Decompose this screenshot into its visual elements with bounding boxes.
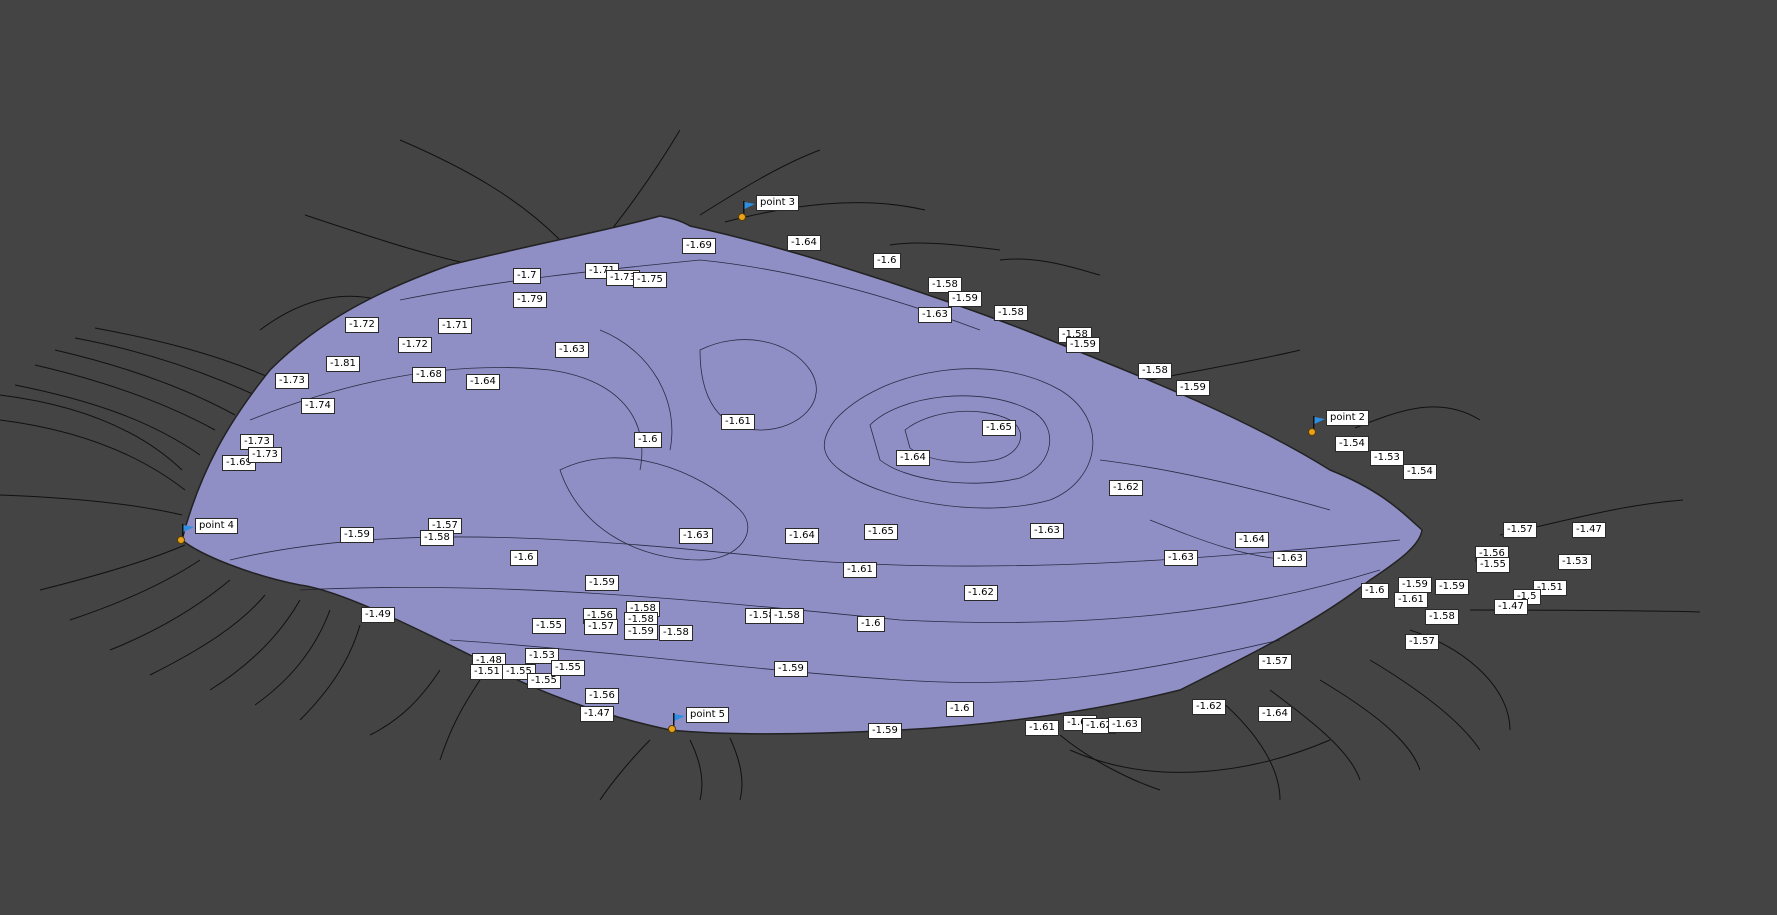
contour-value-label[interactable]: -1.65 xyxy=(982,420,1016,436)
marker-dot xyxy=(738,213,746,221)
contour-value-label[interactable]: -1.74 xyxy=(301,398,335,414)
marker-dot xyxy=(177,536,185,544)
contour-value-label[interactable]: -1.63 xyxy=(679,528,713,544)
contour-value-label[interactable]: -1.61 xyxy=(721,414,755,430)
contour-value-label[interactable]: -1.7 xyxy=(513,268,541,284)
contour-value-label[interactable]: -1.73 xyxy=(248,447,282,463)
contour-value-label[interactable]: -1.62 xyxy=(1109,480,1143,496)
contour-value-label[interactable]: -1.72 xyxy=(345,317,379,333)
contour-value-label[interactable]: -1.57 xyxy=(1258,654,1292,670)
map-viewport[interactable]: point 3 point 2 point 4 point 5 -1.69 -1.… xyxy=(0,0,1777,915)
contour-value-label[interactable]: -1.58 xyxy=(770,608,804,624)
contour-value-label[interactable]: -1.59 xyxy=(1066,337,1100,353)
contour-value-label[interactable]: -1.55 xyxy=(532,618,566,634)
contour-value-label[interactable]: -1.58 xyxy=(420,530,454,546)
contour-value-label[interactable]: -1.58 xyxy=(659,625,693,641)
contour-value-label[interactable]: -1.59 xyxy=(340,527,374,543)
contour-value-label[interactable]: -1.63 xyxy=(1273,551,1307,567)
contour-value-label[interactable]: -1.61 xyxy=(843,562,877,578)
contour-value-label[interactable]: -1.54 xyxy=(1403,464,1437,480)
contour-value-label[interactable]: -1.57 xyxy=(1405,634,1439,650)
terrain-surface xyxy=(181,215,1423,735)
contour-value-label[interactable]: -1.6 xyxy=(1361,583,1389,599)
contour-value-label[interactable]: -1.54 xyxy=(1335,436,1369,452)
contour-value-label[interactable]: -1.63 xyxy=(1030,523,1064,539)
contour-value-label[interactable]: -1.58 xyxy=(1425,609,1459,625)
contour-value-label[interactable]: -1.68 xyxy=(412,367,446,383)
contour-value-label[interactable]: -1.79 xyxy=(513,292,547,308)
contour-value-label[interactable]: -1.69 xyxy=(682,238,716,254)
contour-value-label[interactable]: -1.81 xyxy=(326,356,360,372)
contour-value-label[interactable]: -1.59 xyxy=(1176,380,1210,396)
marker-dot xyxy=(1308,428,1316,436)
contour-value-label[interactable]: -1.55 xyxy=(551,660,585,676)
contour-value-label[interactable]: -1.57 xyxy=(1503,522,1537,538)
point-5-label[interactable]: point 5 xyxy=(686,707,730,723)
marker-dot xyxy=(668,725,676,733)
contour-value-label[interactable]: -1.61 xyxy=(1025,720,1059,736)
contour-value-label[interactable]: -1.51 xyxy=(470,664,504,680)
contour-value-label[interactable]: -1.63 xyxy=(1108,717,1142,733)
contour-value-label[interactable]: -1.64 xyxy=(466,374,500,390)
contour-value-label[interactable]: -1.62 xyxy=(964,585,998,601)
contour-value-label[interactable]: -1.59 xyxy=(585,575,619,591)
contour-value-label[interactable]: -1.64 xyxy=(896,450,930,466)
contour-value-label[interactable]: -1.64 xyxy=(1258,706,1292,722)
contour-value-label[interactable]: -1.61 xyxy=(1394,592,1428,608)
contour-value-label[interactable]: -1.53 xyxy=(1370,450,1404,466)
contour-value-label[interactable]: -1.47 xyxy=(1494,599,1528,615)
contour-value-label[interactable]: -1.58 xyxy=(994,305,1028,321)
contour-value-label[interactable]: -1.64 xyxy=(1235,532,1269,548)
contour-value-label[interactable]: -1.6 xyxy=(946,701,974,717)
point-3-label[interactable]: point 3 xyxy=(756,195,800,211)
contour-value-label[interactable]: -1.59 xyxy=(948,291,982,307)
contour-value-label[interactable]: -1.64 xyxy=(787,235,821,251)
contour-value-label[interactable]: -1.59 xyxy=(1398,577,1432,593)
contour-value-label[interactable]: -1.62 xyxy=(1192,699,1226,715)
contour-value-label[interactable]: -1.59 xyxy=(624,624,658,640)
contour-value-label[interactable]: -1.73 xyxy=(275,373,309,389)
point-2-label[interactable]: point 2 xyxy=(1326,410,1370,426)
contour-value-label[interactable]: -1.72 xyxy=(398,337,432,353)
contour-value-label[interactable]: -1.6 xyxy=(510,550,538,566)
contour-value-label[interactable]: -1.55 xyxy=(1476,557,1510,573)
contour-value-label[interactable]: -1.63 xyxy=(918,307,952,323)
contour-value-label[interactable]: -1.59 xyxy=(868,723,902,739)
contour-value-label[interactable]: -1.59 xyxy=(774,661,808,677)
contour-value-label[interactable]: -1.71 xyxy=(438,318,472,334)
contour-value-label[interactable]: -1.47 xyxy=(1572,522,1606,538)
contour-value-label[interactable]: -1.47 xyxy=(580,706,614,722)
point-4-label[interactable]: point 4 xyxy=(195,518,239,534)
contour-value-label[interactable]: -1.57 xyxy=(584,619,618,635)
contour-value-label[interactable]: -1.63 xyxy=(555,342,589,358)
contour-value-label[interactable]: -1.63 xyxy=(1164,550,1198,566)
contour-value-label[interactable]: -1.65 xyxy=(864,524,898,540)
contour-value-label[interactable]: -1.6 xyxy=(634,432,662,448)
contour-value-label[interactable]: -1.49 xyxy=(361,607,395,623)
contour-value-label[interactable]: -1.59 xyxy=(1435,579,1469,595)
contour-value-label[interactable]: -1.58 xyxy=(1138,363,1172,379)
contour-value-label[interactable]: -1.64 xyxy=(785,528,819,544)
contour-value-label[interactable]: -1.6 xyxy=(873,253,901,269)
contour-value-label[interactable]: -1.75 xyxy=(633,272,667,288)
contour-value-label[interactable]: -1.56 xyxy=(585,688,619,704)
contour-value-label[interactable]: -1.53 xyxy=(1558,554,1592,570)
contour-value-label[interactable]: -1.6 xyxy=(857,616,885,632)
